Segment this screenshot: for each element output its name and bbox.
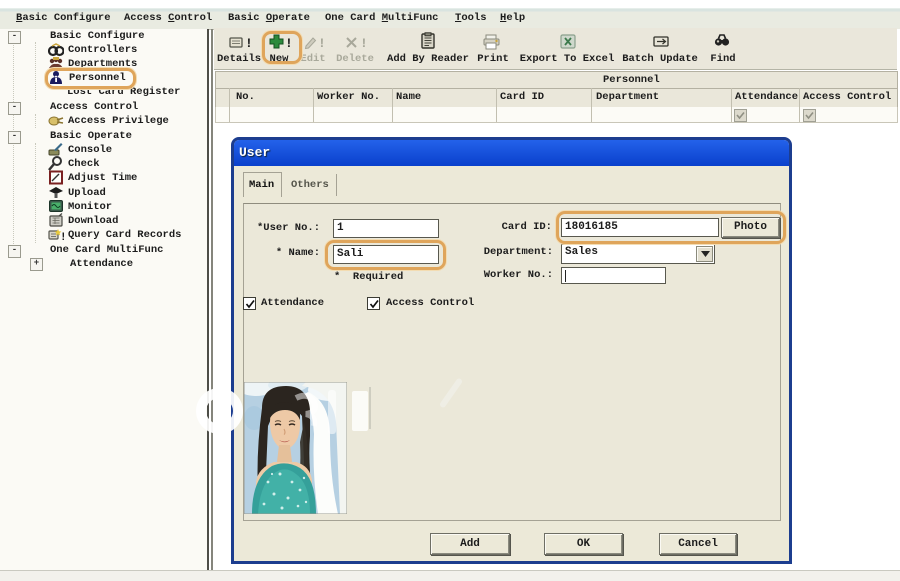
svg-text:!: ! (60, 232, 64, 242)
svg-text:!: ! (318, 36, 326, 50)
svg-text:!: ! (245, 36, 253, 50)
svg-text:!: ! (360, 36, 368, 50)
